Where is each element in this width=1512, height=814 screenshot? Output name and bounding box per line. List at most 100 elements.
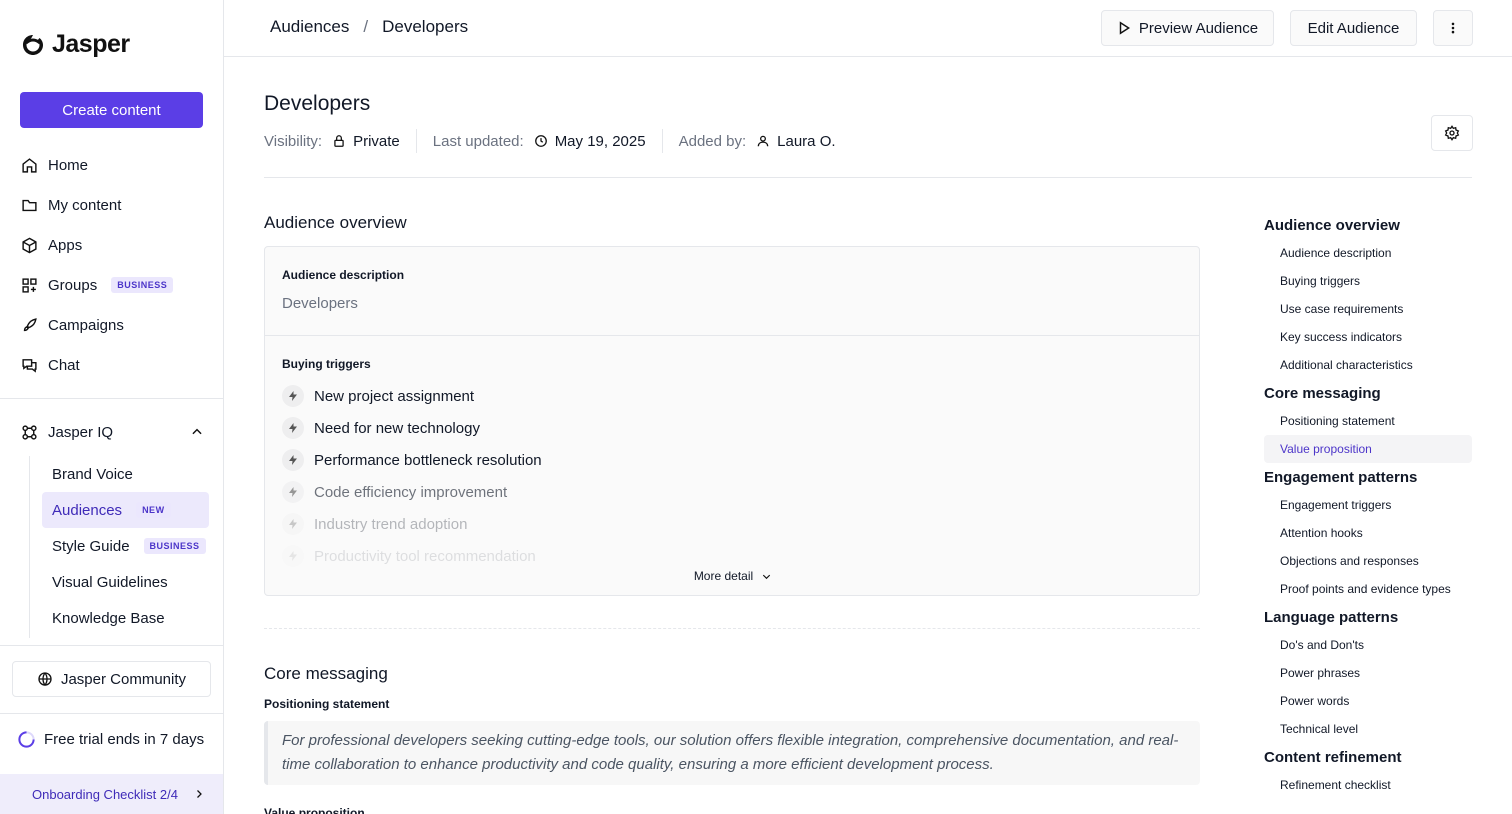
updated-label: Last updated:	[432, 132, 524, 150]
more-options-button[interactable]	[1433, 10, 1473, 46]
meta-divider	[661, 129, 663, 153]
audience-overview-title: Audience overview	[264, 213, 407, 232]
nav-item-home[interactable]: Home	[0, 145, 223, 185]
toc-item[interactable]: Objections and responses	[1264, 547, 1472, 575]
rocket-icon	[23, 317, 37, 331]
buying-triggers-list: New project assignment Need for new tech…	[282, 380, 542, 572]
settings-button[interactable]	[1431, 115, 1473, 151]
toc-item[interactable]: Attention hooks	[1264, 519, 1472, 547]
toc-heading[interactable]: Content refinement	[1264, 743, 1472, 771]
visibility-label: Visibility:	[264, 132, 323, 150]
value-proposition-label: Value proposition	[264, 806, 365, 814]
trigger-text: Industry trend adoption	[314, 515, 468, 533]
more-detail-button[interactable]: More detail	[265, 569, 1199, 583]
toc-item-active[interactable]: Value proposition	[1264, 435, 1472, 463]
page-title: Developers	[264, 92, 371, 115]
edit-label: Edit Audience	[1307, 19, 1400, 37]
sub-item-style-guide[interactable]: Style Guide BUSINESS	[42, 528, 209, 564]
jasper-logo[interactable]: Jasper	[20, 30, 130, 59]
sub-item-audiences[interactable]: Audiences NEW	[42, 492, 209, 528]
preview-audience-button[interactable]: Preview Audience	[1101, 10, 1274, 46]
edit-audience-button[interactable]: Edit Audience	[1290, 10, 1417, 46]
toc-heading[interactable]: Language patterns	[1264, 603, 1472, 631]
trigger-text: Code efficiency improvement	[314, 483, 508, 501]
toc-item[interactable]: Proof points and evidence types	[1264, 575, 1472, 603]
list-item: Performance bottleneck resolution	[282, 444, 542, 476]
sub-item-knowledge-base[interactable]: Knowledge Base	[42, 600, 209, 636]
onboarding-label: Onboarding Checklist 2/4	[32, 786, 178, 802]
core-messaging-title: Core messaging	[264, 664, 388, 683]
sidebar-divider	[0, 398, 223, 399]
sub-item-label: Knowledge Base	[52, 609, 165, 627]
breadcrumb-separator: /	[363, 17, 369, 36]
sub-item-brand-voice[interactable]: Brand Voice	[42, 456, 209, 492]
toc-item[interactable]: Positioning statement	[1264, 407, 1472, 435]
toc-item[interactable]: Audience description	[1264, 239, 1472, 267]
main-nav: Home My content Apps Groups BUSINESS Cam…	[0, 145, 223, 385]
submenu-guide-line	[29, 456, 30, 638]
trial-progress-icon	[18, 731, 35, 748]
chevron-right-icon	[197, 790, 202, 798]
toc-item[interactable]: Technical level	[1264, 715, 1472, 743]
gear-icon	[1444, 125, 1460, 141]
toc-item[interactable]: Additional characteristics	[1264, 351, 1472, 379]
visibility-value: Private	[353, 132, 400, 150]
meta-divider	[415, 129, 417, 153]
trigger-text: Need for new technology	[314, 419, 480, 437]
toc-heading[interactable]: Engagement patterns	[1264, 463, 1472, 491]
nav-item-my-content[interactable]: My content	[0, 185, 223, 225]
audience-overview-card: Audience description Developers Buying t…	[264, 246, 1200, 596]
jasper-iq-label: Jasper IQ	[48, 423, 114, 441]
user-icon	[757, 135, 769, 147]
list-item: Need for new technology	[282, 412, 542, 444]
nav-item-campaigns[interactable]: Campaigns	[0, 305, 223, 345]
nav-label: Apps	[48, 236, 83, 254]
new-badge: NEW	[136, 502, 171, 518]
jasper-community-button[interactable]: Jasper Community	[12, 661, 211, 697]
sidebar: Jasper Create content Home My content Ap…	[0, 0, 224, 814]
sidebar-divider	[0, 713, 223, 714]
sub-item-label: Visual Guidelines	[52, 573, 168, 591]
trigger-text: New project assignment	[314, 387, 475, 405]
main-content: Audiences / Developers Preview Audience …	[224, 0, 1512, 814]
nav-label: Groups	[48, 276, 98, 294]
create-content-button[interactable]: Create content	[20, 92, 203, 128]
audience-description-value: Developers	[282, 295, 358, 312]
business-badge: BUSINESS	[143, 538, 206, 554]
nav-item-apps[interactable]: Apps	[0, 225, 223, 265]
onboarding-checklist-link[interactable]: Onboarding Checklist 2/4	[0, 774, 223, 814]
toc-item[interactable]: Use case requirements	[1264, 295, 1472, 323]
toc-item[interactable]: Power phrases	[1264, 659, 1472, 687]
nav-item-groups[interactable]: Groups BUSINESS	[0, 265, 223, 305]
home-icon	[22, 157, 37, 173]
toc-item[interactable]: Do's and Don'ts	[1264, 631, 1472, 659]
toc-item[interactable]: Engagement triggers	[1264, 491, 1472, 519]
toc-item[interactable]: Refinement checklist	[1264, 771, 1472, 799]
sub-item-label: Style Guide	[52, 537, 130, 555]
nav-item-chat[interactable]: Chat	[0, 345, 223, 385]
chat-icon	[22, 358, 37, 373]
buying-triggers-label: Buying triggers	[282, 357, 371, 371]
sub-item-label: Brand Voice	[52, 465, 133, 483]
toc-item[interactable]: Buying triggers	[1264, 267, 1472, 295]
toc-item[interactable]: Key success indicators	[1264, 323, 1472, 351]
list-item: New project assignment	[282, 380, 542, 412]
nav-label: Home	[48, 156, 89, 174]
lightning-icon	[282, 545, 304, 567]
jasper-iq-toggle[interactable]: Jasper IQ	[21, 414, 204, 450]
more-vertical-icon	[1451, 22, 1455, 34]
breadcrumb-audiences[interactable]: Audiences	[270, 17, 349, 37]
audience-meta: Visibility: Private Last updated: May 19…	[264, 128, 836, 154]
toc-heading[interactable]: Core messaging	[1264, 379, 1472, 407]
more-detail-label: More detail	[693, 569, 754, 583]
toc-heading[interactable]: Audience overview	[1264, 211, 1472, 239]
breadcrumb: Audiences / Developers	[270, 17, 468, 37]
trigger-text: Performance bottleneck resolution	[314, 451, 542, 469]
positioning-statement-text: For professional developers seeking cutt…	[264, 721, 1200, 785]
section-divider	[264, 628, 1200, 629]
sub-item-visual-guidelines[interactable]: Visual Guidelines	[42, 564, 209, 600]
iq-icon	[22, 424, 37, 440]
toc-item[interactable]: Power words	[1264, 687, 1472, 715]
trial-notice[interactable]: Free trial ends in 7 days	[17, 730, 204, 749]
list-item: Productivity tool recommendation	[282, 540, 542, 572]
